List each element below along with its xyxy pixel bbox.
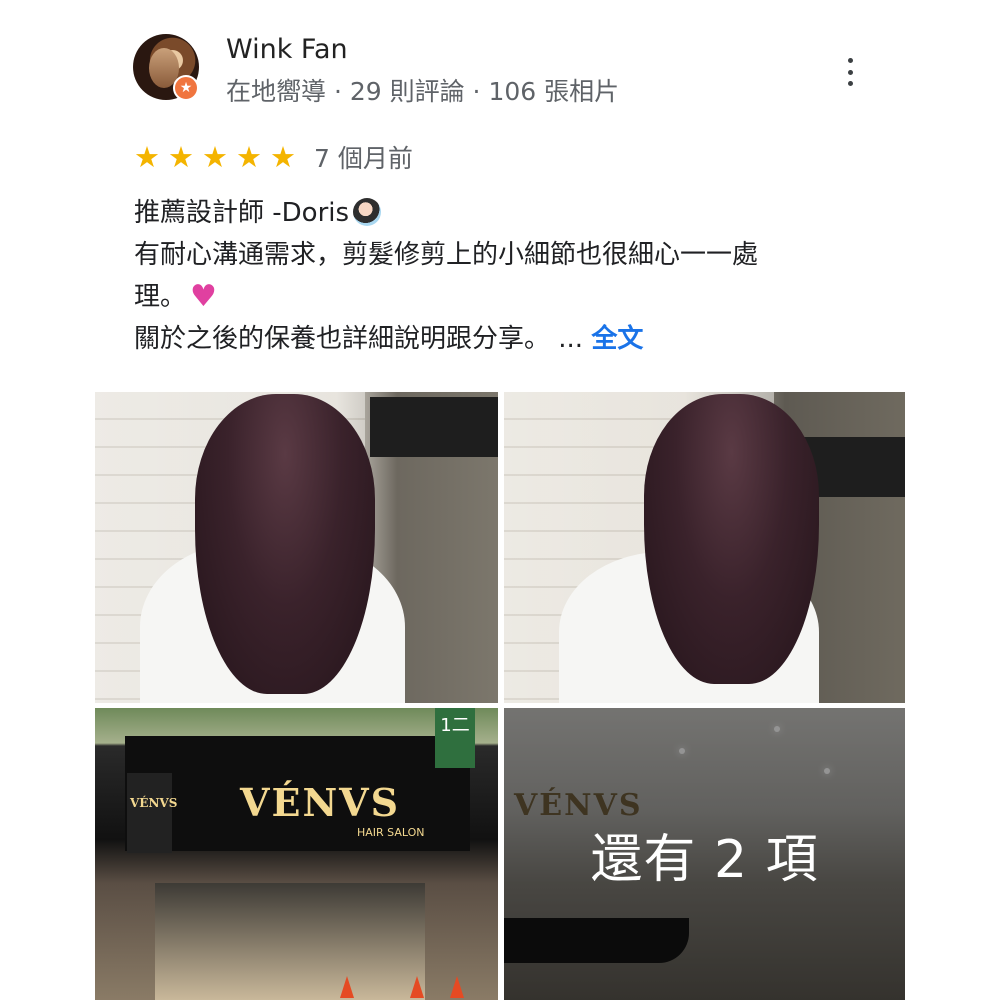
review-line-3-text: 理。 bbox=[134, 282, 187, 312]
review-line-3: 理。 bbox=[134, 276, 854, 318]
more-photos-label: 還有 2 項 bbox=[590, 829, 819, 890]
more-vert-icon-dot bbox=[847, 69, 853, 75]
review-line-4-text: 關於之後的保養也詳細說明跟分享。 ... bbox=[134, 324, 584, 354]
hair bbox=[195, 394, 375, 694]
more-vert-icon bbox=[847, 58, 853, 63]
storefront-sign-sub: HAIR SALON bbox=[357, 826, 425, 839]
review-line-1: 推薦設計師 -Doris bbox=[134, 192, 854, 234]
review-line-4: 關於之後的保養也詳細說明跟分享。 ... 全文 bbox=[134, 318, 854, 360]
review-photo-4[interactable]: VÉNVS 還有 2 項 bbox=[504, 708, 905, 1000]
green-shop-sign: 1二 bbox=[435, 708, 475, 768]
reviewer-meta: 在地嚮導 · 29 則評論 · 106 張相片 bbox=[226, 77, 620, 106]
more-options-button[interactable] bbox=[836, 54, 864, 90]
rating-row: ★ ★ ★ ★ ★ 7 個月前 bbox=[134, 140, 413, 174]
reviewer-name[interactable]: Wink Fan bbox=[226, 34, 348, 65]
shelf bbox=[370, 397, 498, 457]
side-sign bbox=[127, 773, 172, 853]
review-line-2: 有耐心溝通需求，剪髮修剪上的小細節也很細心一一處 bbox=[134, 240, 759, 270]
local-guide-star-icon: ★ bbox=[173, 75, 199, 101]
hair bbox=[644, 394, 819, 684]
traffic-cone bbox=[410, 976, 424, 998]
more-vert-icon-dot bbox=[847, 81, 853, 86]
review-text: 推薦設計師 -Doris 有耐心溝通需求，剪髮修剪上的小細節也很細心一一處 理。… bbox=[134, 192, 854, 360]
storefront-sign-text: VÉNVS bbox=[240, 780, 401, 825]
star-icon: ★ bbox=[168, 140, 194, 174]
side-sign-text: VÉNVS bbox=[130, 796, 178, 810]
review-photo-3[interactable]: VÉNVS HAIR SALON VÉNVS 1二 bbox=[95, 708, 498, 1000]
traffic-cone bbox=[340, 976, 354, 998]
review-photo-2[interactable] bbox=[504, 392, 905, 703]
more-photos-overlay[interactable]: 還有 2 項 bbox=[504, 708, 905, 1000]
read-more-link[interactable]: 全文 bbox=[591, 324, 643, 354]
review-card: ★ Wink Fan 在地嚮導 · 29 則評論 · 106 張相片 ★ ★ ★ ★ ★… bbox=[0, 0, 1000, 1000]
star-rating: ★ ★ ★ ★ ★ bbox=[134, 140, 304, 174]
star-icon: ★ bbox=[202, 140, 228, 174]
traffic-cone bbox=[450, 976, 464, 998]
review-line-1-text: 推薦設計師 -Doris bbox=[134, 198, 350, 228]
haircut-emoji-icon bbox=[353, 198, 382, 226]
star-icon: ★ bbox=[236, 140, 262, 174]
review-time: 7 個月前 bbox=[314, 144, 413, 173]
review-photo-1[interactable] bbox=[95, 392, 498, 703]
star-icon: ★ bbox=[270, 140, 296, 174]
storefront-window bbox=[155, 883, 425, 1000]
star-icon: ★ bbox=[134, 140, 160, 174]
sparkling-heart-emoji-icon bbox=[190, 276, 218, 318]
